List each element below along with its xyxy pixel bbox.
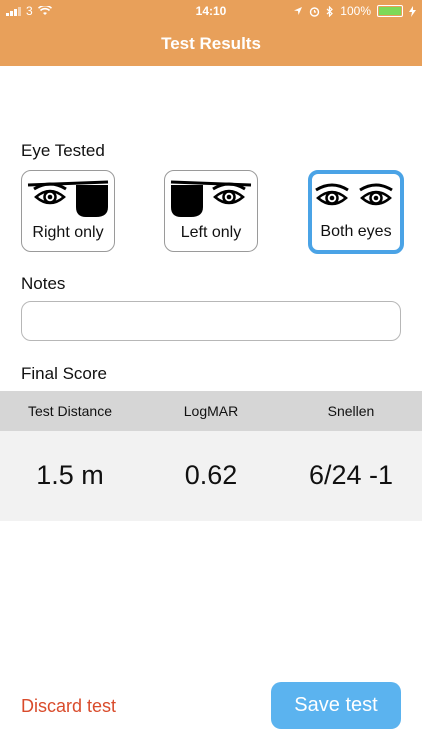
charging-icon bbox=[409, 5, 416, 17]
both-eyes-icon bbox=[315, 183, 393, 206]
test-distance-value: 1.5 m bbox=[36, 460, 104, 490]
notes-label: Notes bbox=[21, 274, 66, 293]
column-logmar: LogMAR bbox=[183, 403, 239, 419]
right-eye-patched-icon bbox=[170, 180, 252, 217]
alarm-icon bbox=[310, 6, 320, 17]
score-table-row: 1.5 m 0.62 6/24 -1 bbox=[0, 431, 422, 521]
page-title: Test Results bbox=[161, 34, 261, 53]
snellen-value: 6/24 -1 bbox=[308, 460, 394, 490]
battery-icon bbox=[377, 5, 403, 17]
left-eye-patched-icon bbox=[27, 180, 109, 217]
app-header: 3 14:10 100% Test Results bbox=[0, 0, 422, 66]
final-score-label: Final Score bbox=[21, 364, 107, 383]
status-right: 100% bbox=[293, 4, 416, 18]
discard-test-button[interactable]: Discard test bbox=[21, 696, 116, 717]
both-eyes-label: Both eyes bbox=[320, 223, 392, 240]
column-snellen: Snellen bbox=[327, 403, 375, 419]
notes-input[interactable] bbox=[21, 301, 401, 341]
right-only-button[interactable]: Right only bbox=[21, 170, 115, 252]
column-test-distance: Test Distance bbox=[27, 403, 113, 419]
save-test-button[interactable]: Save test bbox=[271, 682, 401, 729]
battery-percent: 100% bbox=[340, 4, 371, 18]
eye-tested-label: Eye Tested bbox=[21, 141, 105, 160]
status-bar: 3 14:10 100% bbox=[0, 0, 422, 22]
location-icon bbox=[294, 7, 303, 15]
left-only-button[interactable]: Left only bbox=[164, 170, 258, 252]
right-only-label: Right only bbox=[32, 224, 104, 241]
logmar-value: 0.62 bbox=[184, 460, 238, 490]
bluetooth-icon bbox=[326, 5, 334, 17]
both-eyes-button[interactable]: Both eyes bbox=[308, 170, 404, 254]
score-table-header: Test Distance LogMAR Snellen bbox=[0, 391, 422, 431]
left-only-label: Left only bbox=[180, 224, 242, 241]
